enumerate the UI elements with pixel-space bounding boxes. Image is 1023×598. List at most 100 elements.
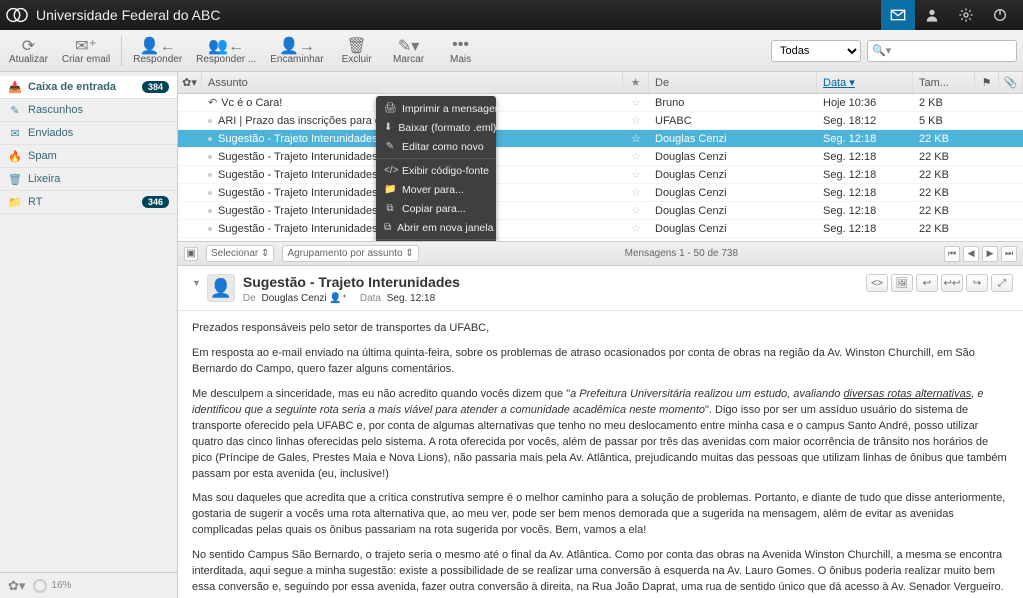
folder-item[interactable]: ✎Rascunhos <box>0 99 177 122</box>
message-row[interactable]: Sugestão - Trajeto Interunidades ☆ Dougl… <box>178 130 1023 148</box>
ctx-editnew[interactable]: ✎Editar como novo <box>376 137 496 156</box>
folder-name: Enviados <box>28 127 169 139</box>
preview-reply-button[interactable]: ↩ <box>916 274 938 292</box>
topbar-logout[interactable] <box>983 0 1017 30</box>
folder-item[interactable]: 📁RT346 <box>0 191 177 214</box>
message-row[interactable]: ProGrad e ProEx | Comunicado sobre o eve… <box>178 238 1023 242</box>
message-row[interactable]: Sugestão - Trajeto Interunidades ☆ Dougl… <box>178 202 1023 220</box>
ctx-copy[interactable]: ⧉Copiar para... <box>376 199 496 218</box>
row-star[interactable]: ☆ <box>623 148 649 165</box>
replyall-button[interactable]: 👥←Responder ... <box>193 32 259 70</box>
more-button[interactable]: •••Mais <box>439 32 483 70</box>
row-date: Hoje 10:36 <box>817 94 913 111</box>
ctx-print[interactable]: 🖨Imprimir a mensagem <box>376 99 496 118</box>
row-star[interactable]: ☆ <box>623 202 649 219</box>
delete-button[interactable]: 🗑Excluir <box>335 32 379 70</box>
toggle-images-button[interactable]: 🖼 <box>891 274 913 292</box>
forward-button[interactable]: 👤→Encaminhar <box>267 32 326 70</box>
forward-icon: 👤→ <box>279 36 315 54</box>
compose-icon: ✉⁺ <box>75 36 97 54</box>
trash-icon: 🗑 <box>346 36 366 54</box>
folder-item[interactable]: 🗑Lixeira <box>0 168 177 191</box>
nav-last[interactable]: ⏭ <box>1001 246 1017 262</box>
search-input[interactable] <box>894 45 994 57</box>
row-star[interactable]: ☆ <box>623 238 649 242</box>
col-from[interactable]: De <box>649 72 817 93</box>
row-star[interactable]: ☆ <box>623 220 649 237</box>
preview-from: Douglas Cenzi 👤⁺ <box>262 293 348 304</box>
preview-date: Seg. 12:18 <box>387 293 435 304</box>
preview-open-button[interactable]: ⤢ <box>991 274 1013 292</box>
move-icon: 📁 <box>384 184 396 195</box>
context-menu: 🖨Imprimir a mensagem ⬇Baixar (formato .e… <box>376 96 496 242</box>
folder-item[interactable]: ✉Enviados <box>0 122 177 145</box>
ctx-move[interactable]: 📁Mover para... <box>376 180 496 199</box>
select-toggle-icon[interactable]: ▣ <box>184 247 198 261</box>
search-icon: 🔍▾ <box>872 44 891 57</box>
copy-icon: ⧉ <box>384 203 396 214</box>
row-star[interactable]: ☆ <box>623 166 649 183</box>
reply-button[interactable]: 👤←Responder <box>130 32 185 70</box>
message-row[interactable]: ↶Vc é o Cara! ☆ Bruno Hoje 10:36 2 KB <box>178 94 1023 112</box>
row-from: UFABC <box>649 112 817 129</box>
row-date: Seg. 12:18 <box>817 130 913 147</box>
ctx-download[interactable]: ⬇Baixar (formato .eml) <box>376 118 496 137</box>
folder-icon: ✎ <box>8 104 22 117</box>
col-date[interactable]: Data ▾ <box>817 72 913 93</box>
col-settings[interactable]: ✿▾ <box>178 72 202 93</box>
mark-button[interactable]: ✎▾Marcar <box>387 32 431 70</box>
col-size[interactable]: Tam... <box>913 72 975 93</box>
thread-dot-icon <box>208 227 212 231</box>
select-dropdown[interactable]: Selecionar ⇕ <box>206 245 274 262</box>
topbar-user[interactable] <box>915 0 949 30</box>
folder-name: Spam <box>28 150 169 162</box>
preview-replyall-button[interactable]: ↩↩ <box>941 274 963 292</box>
nav-prev[interactable]: ◀ <box>963 246 979 262</box>
search-box[interactable]: 🔍▾ <box>867 40 1017 62</box>
preview-subject: Sugestão - Trajeto Interunidades <box>243 274 460 290</box>
col-subject[interactable]: Assunto <box>202 72 623 93</box>
row-star[interactable]: ☆ <box>623 130 649 147</box>
reply-indicator-icon: ↶ <box>208 96 217 109</box>
message-row[interactable]: Sugestão - Trajeto Interunidades ☆ Dougl… <box>178 166 1023 184</box>
message-row[interactable]: Sugestão - Trajeto Interunidades ☆ Dougl… <box>178 148 1023 166</box>
folder-item[interactable]: 📥Caixa de entrada384 <box>0 76 177 99</box>
toggle-html-button[interactable]: <> <box>866 274 888 292</box>
thread-dot-icon <box>208 209 212 213</box>
ctx-openwin[interactable]: ⧉Abrir em nova janela <box>376 218 496 237</box>
refresh-button[interactable]: ⟳Atualizar <box>6 32 51 70</box>
thread-dot-icon <box>208 173 212 177</box>
nav-next[interactable]: ▶ <box>982 246 998 262</box>
compose-button[interactable]: ✉⁺Criar email <box>59 32 113 70</box>
reply-icon: 👤← <box>140 36 176 54</box>
col-attachment[interactable]: 📎 <box>999 72 1023 93</box>
row-size: 2 KB <box>913 94 975 111</box>
more-icon: ••• <box>452 36 469 54</box>
row-star[interactable]: ☆ <box>623 94 649 111</box>
brand-logo: Universidade Federal do ABC <box>6 4 220 26</box>
col-flag[interactable]: ⚑ <box>975 72 999 93</box>
folder-settings-icon[interactable]: ✿▾ <box>8 578 25 594</box>
folder-filter-select[interactable]: Todas <box>771 40 861 62</box>
folder-name: Caixa de entrada <box>28 81 136 93</box>
row-star[interactable]: ☆ <box>623 184 649 201</box>
preview-forward-button[interactable]: ↪ <box>966 274 988 292</box>
quota-circle-icon <box>33 579 47 593</box>
nav-first[interactable]: ⏮ <box>944 246 960 262</box>
row-star[interactable]: ☆ <box>623 112 649 129</box>
topbar-settings[interactable] <box>949 0 983 30</box>
topbar-mail[interactable] <box>881 0 915 30</box>
folder-name: Lixeira <box>28 173 169 185</box>
message-row[interactable]: ARI | Prazo das inscrições para o C ☆ UF… <box>178 112 1023 130</box>
power-icon <box>992 7 1008 23</box>
message-row[interactable]: Sugestão - Trajeto Interunidades ☆ Dougl… <box>178 184 1023 202</box>
col-star[interactable]: ★ <box>623 72 649 93</box>
group-dropdown[interactable]: Agrupamento por assunto ⇕ <box>282 245 418 262</box>
row-size: 22 KB <box>913 184 975 201</box>
folder-item[interactable]: 🔥Spam <box>0 145 177 168</box>
message-row[interactable]: Sugestão - Trajeto Interunidades ☆ Dougl… <box>178 220 1023 238</box>
header-expand[interactable]: ▼ <box>192 278 201 288</box>
refresh-icon: ⟳ <box>22 36 35 54</box>
row-date: Seg. 12:18 <box>817 166 913 183</box>
ctx-source[interactable]: </>Exibir código-fonte <box>376 161 496 180</box>
